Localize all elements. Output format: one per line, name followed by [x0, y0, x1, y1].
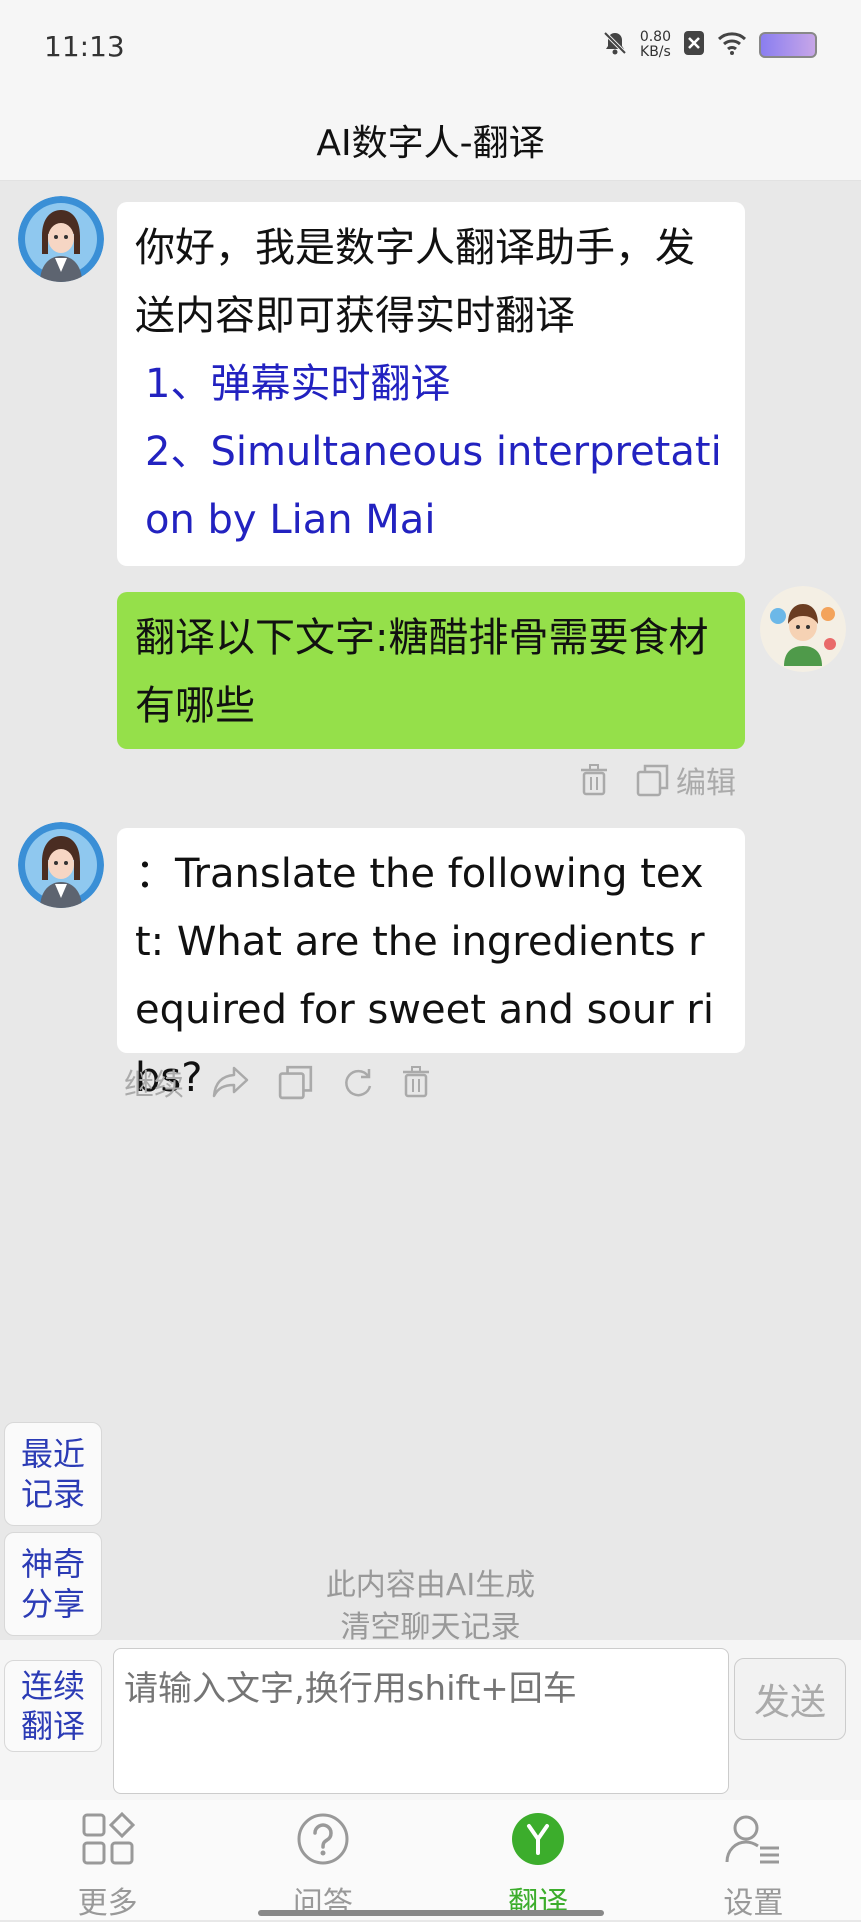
ai-generated-notice: 此内容由AI生成 — [325, 1568, 536, 1603]
user-message-actions: 编辑 — [580, 758, 736, 802]
edit-button[interactable]: 编辑 — [636, 758, 736, 802]
user-message-text: 翻译以下文字:糖醋排骨需要食材有哪些 — [135, 615, 709, 729]
bot-translation-bubble: ：Translate the following text: What are … — [117, 828, 745, 1101]
delete-icon[interactable] — [580, 764, 608, 796]
option-link-interpretation[interactable]: 2、Simultaneous interpretation by Lian Ma… — [135, 418, 727, 554]
status-icons: 0.80 KB/s — [602, 30, 817, 60]
refresh-icon[interactable] — [342, 1066, 374, 1098]
send-button[interactable]: 发送 — [734, 1658, 846, 1740]
net-speed-value: 0.80 — [639, 29, 671, 45]
tab-more[interactable]: 更多 — [0, 1800, 215, 1921]
user-avatar[interactable] — [760, 586, 846, 672]
edit-label: 编辑 — [676, 766, 736, 801]
copy-icon — [636, 763, 670, 797]
bot-message-text: 你好，我是数字人翻译助手，发送内容即可获得实时翻译 — [135, 225, 695, 339]
user-settings-icon — [724, 1812, 782, 1874]
translate-y-icon — [511, 1812, 565, 1874]
user-message-bubble: 翻译以下文字:糖醋排骨需要食材有哪些 — [117, 592, 745, 749]
continue-button[interactable]: 继续 — [124, 1060, 184, 1104]
home-indicator — [258, 1910, 604, 1916]
delete-icon[interactable] — [402, 1066, 430, 1098]
bell-muted-icon — [602, 30, 628, 60]
tab-settings-label: 设置 — [723, 1886, 784, 1921]
option-link-danmaku[interactable]: 1、弹幕实时翻译 — [135, 350, 727, 418]
share-icon[interactable] — [212, 1065, 250, 1099]
bot-message-bubble: 你好，我是数字人翻译助手，发送内容即可获得实时翻译 1、弹幕实时翻译 2、Sim… — [117, 202, 745, 566]
tab-more-label: 更多 — [77, 1886, 138, 1921]
continuous-translate-label: 连续翻译 — [20, 1667, 85, 1745]
status-time: 11:13 — [44, 30, 125, 63]
tab-translate[interactable]: 翻译 — [431, 1800, 646, 1921]
copy-icon[interactable] — [278, 1064, 314, 1100]
input-area: 连续翻译 发送 — [0, 1640, 861, 1800]
question-icon — [296, 1812, 350, 1874]
continuous-translate-button[interactable]: 连续翻译 — [4, 1660, 102, 1752]
net-speed-unit: KB/s — [640, 44, 671, 60]
bot-avatar[interactable] — [18, 822, 104, 908]
tab-qa[interactable]: 问答 — [215, 1800, 430, 1921]
grid-icon — [81, 1811, 135, 1874]
wifi-icon — [717, 31, 747, 59]
recent-records-button[interactable]: 最近记录 — [4, 1422, 102, 1526]
bot-avatar[interactable] — [18, 196, 104, 282]
message-input[interactable] — [113, 1648, 729, 1794]
recent-records-label: 最近记录 — [20, 1435, 85, 1513]
page-title: AI数字人-翻译 — [316, 123, 545, 164]
sim-x-icon — [683, 30, 705, 60]
tab-settings[interactable]: 设置 — [646, 1800, 861, 1921]
net-speed: 0.80 KB/s — [640, 30, 671, 60]
battery-icon — [759, 32, 817, 58]
bot-message-actions: 继续 — [124, 1060, 430, 1104]
bottom-tab-bar: 更多 问答 翻译 设置 — [0, 1800, 861, 1921]
status-bar: 11:13 0.80 KB/s — [0, 0, 861, 100]
app-header: AI数字人-翻译 — [0, 100, 861, 181]
